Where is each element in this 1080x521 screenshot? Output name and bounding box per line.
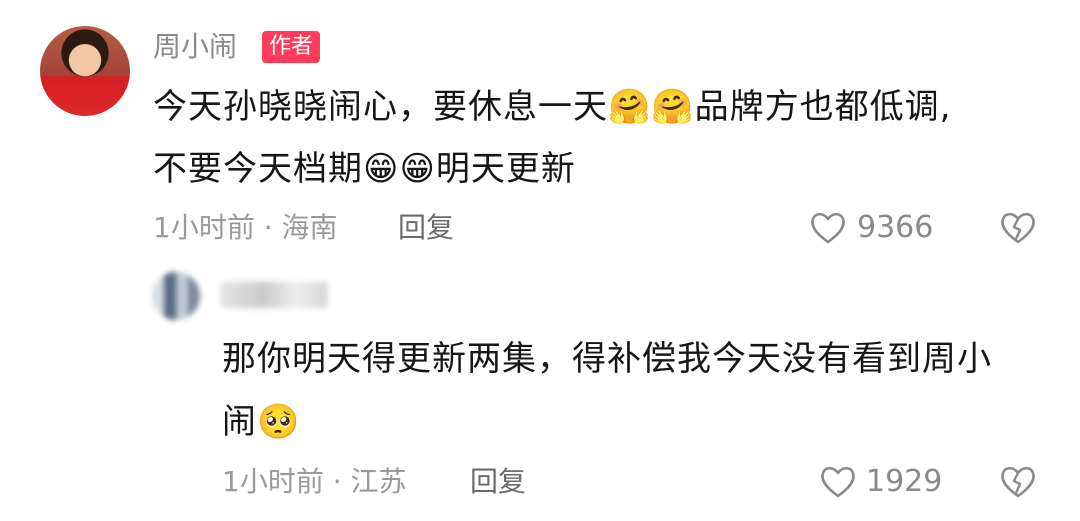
heart-outline-icon: [821, 466, 855, 498]
heart-outline-icon: [811, 212, 845, 244]
replier-name-blurred[interactable]: [220, 282, 328, 308]
meta-separator: ·: [263, 211, 273, 244]
author-badge: 作者: [262, 31, 321, 63]
author-avatar[interactable]: [40, 26, 130, 116]
like-button-2[interactable]: [818, 462, 858, 502]
comment-text-line-2: 不要今天档期😁😁明天更新: [153, 149, 576, 189]
like-count: 9366: [857, 210, 934, 245]
meta-separator: ·: [332, 465, 342, 498]
like-count-2: 1929: [866, 464, 943, 499]
comment-meta: 1小时前 · 海南: [153, 211, 338, 245]
replier-avatar[interactable]: [152, 272, 200, 320]
reply-button[interactable]: 回复: [398, 211, 454, 245]
broken-heart-icon: [1001, 466, 1035, 498]
comment-location: 海南: [281, 211, 338, 244]
comment-text-line-1: 今天孙晓晓闹心，要休息一天🤗🤗品牌方也都低调,: [153, 87, 952, 127]
reply-location: 江苏: [350, 465, 407, 498]
reply-text-line-2: 闹🥺: [222, 402, 301, 442]
dislike-button-2[interactable]: [998, 462, 1038, 502]
reply-button-2[interactable]: 回复: [470, 465, 526, 499]
comment-time: 1小时前: [153, 211, 255, 244]
like-button[interactable]: [808, 208, 848, 248]
dislike-button[interactable]: [998, 208, 1038, 248]
reply-time: 1小时前: [222, 465, 324, 498]
broken-heart-icon: [1001, 212, 1035, 244]
reply-text-line-1: 那你明天得更新两集，得补偿我今天没有看到周小: [222, 339, 992, 379]
reply-meta: 1小时前 · 江苏: [222, 465, 407, 499]
author-name[interactable]: 周小闹: [153, 30, 237, 64]
